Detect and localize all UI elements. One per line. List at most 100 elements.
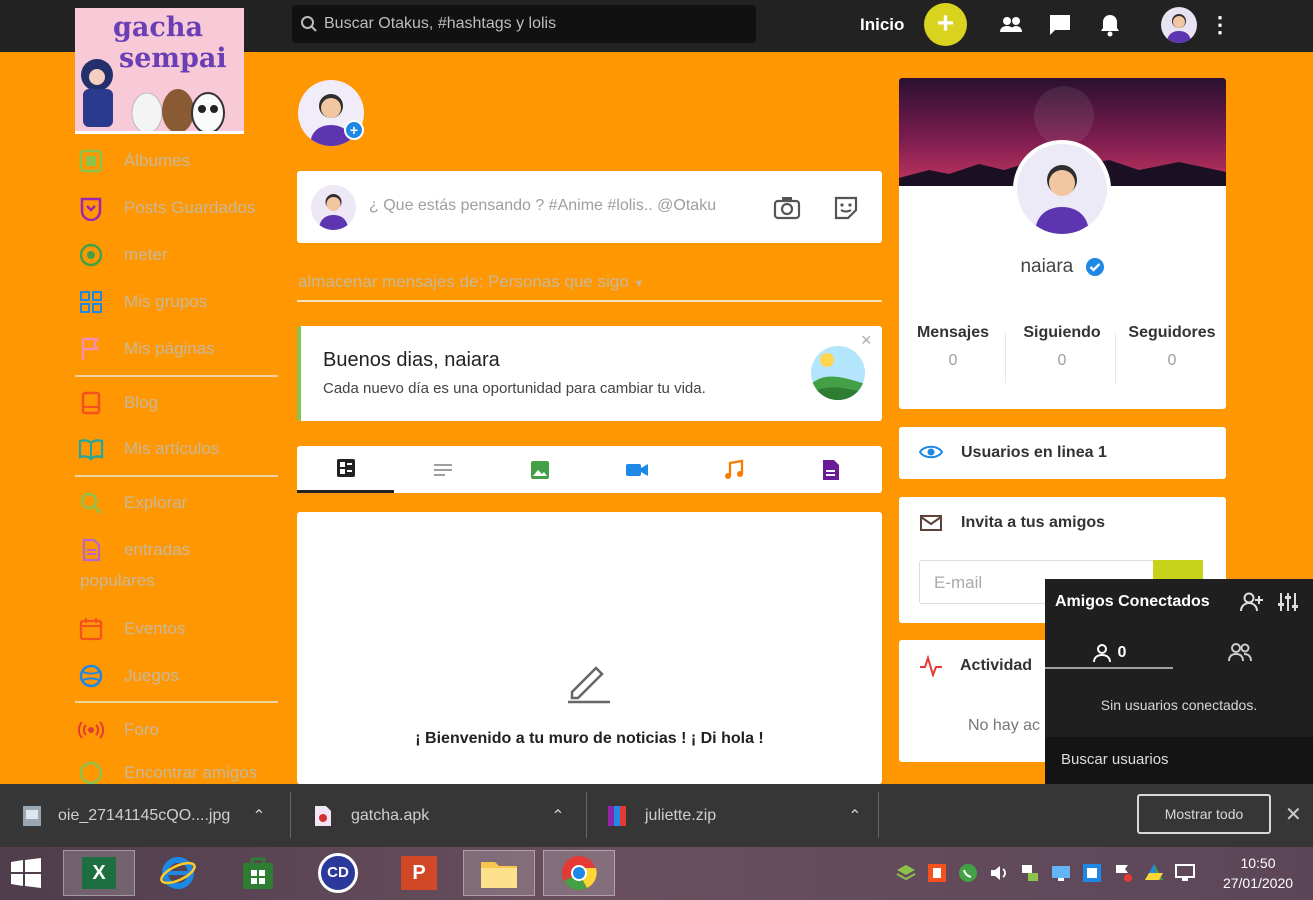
chevron-up-icon[interactable]: ⌃ xyxy=(551,806,564,826)
drive-icon[interactable] xyxy=(1143,862,1165,884)
close-icon[interactable]: ✕ xyxy=(1285,802,1302,827)
site-logo[interactable]: gacha sempai xyxy=(75,8,244,134)
stat-following[interactable]: Siguiendo 0 xyxy=(1008,324,1116,370)
nav-home-link[interactable]: Inicio xyxy=(860,15,904,35)
chevron-up-icon[interactable]: ⌃ xyxy=(848,806,861,826)
activity-pulse-icon xyxy=(920,655,942,677)
sidebar-item-label: Mis páginas xyxy=(124,339,215,358)
sticker-icon[interactable] xyxy=(833,195,859,221)
verified-badge-icon xyxy=(1085,257,1104,276)
tab-text-posts[interactable] xyxy=(394,446,491,493)
sidebar-item-my-groups[interactable]: Mis grupos xyxy=(78,287,207,317)
more-vert-icon[interactable]: ⋮ xyxy=(1209,10,1231,40)
feed-filter-value[interactable]: Personas que sigo xyxy=(488,272,629,291)
video-icon xyxy=(625,463,648,476)
tray-office-icon[interactable] xyxy=(926,862,948,884)
document-icon xyxy=(82,538,101,562)
tab-all-posts[interactable] xyxy=(297,446,394,493)
show-all-downloads-button[interactable]: Mostrar todo xyxy=(1137,794,1271,834)
camera-icon[interactable] xyxy=(773,195,801,221)
computer-icon[interactable] xyxy=(1174,862,1196,884)
online-users-widget[interactable]: Usuarios en linea 1 xyxy=(899,427,1226,479)
download-item[interactable]: oie_27141145cQO....jpg ⌃ xyxy=(22,784,266,847)
eye-icon xyxy=(919,445,943,459)
friends-panel-tabs: 0 xyxy=(1045,639,1313,671)
sidebar-item-my-articles[interactable]: Mis artículos xyxy=(78,434,219,464)
cd-icon[interactable]: CD xyxy=(302,850,374,896)
ie-logo xyxy=(160,857,196,889)
profile-card: naiara Mensajes 0 Siguiendo 0 Seguidores… xyxy=(899,78,1226,409)
add-friend-icon[interactable] xyxy=(1239,591,1265,613)
sidebar-item-blog[interactable]: Blog xyxy=(78,388,158,418)
powerpoint-icon[interactable]: P xyxy=(383,850,455,896)
tab-music-posts[interactable] xyxy=(685,446,782,493)
chrome-icon[interactable] xyxy=(543,850,615,896)
sidebar-item-popular-entries[interactable]: entradas xyxy=(78,535,190,565)
whatsapp-icon[interactable] xyxy=(957,862,979,884)
download-item[interactable]: juliette.zip ⌃ xyxy=(607,784,862,847)
online-users-label: Usuarios en linea 1 xyxy=(961,444,1107,461)
internet-explorer-icon[interactable] xyxy=(142,850,214,896)
greeting-title: Buenos dias, naiara xyxy=(323,349,500,371)
chevron-up-icon[interactable]: ⌃ xyxy=(252,806,265,826)
tab-image-posts[interactable] xyxy=(491,446,588,493)
excel-logo: X xyxy=(82,857,116,889)
tab-online-friends[interactable]: 0 xyxy=(1045,639,1173,669)
volume-icon[interactable] xyxy=(988,862,1010,884)
sliders-icon[interactable] xyxy=(1276,591,1300,613)
network-icon[interactable] xyxy=(1019,862,1041,884)
file-explorer-icon[interactable] xyxy=(463,850,535,896)
sidebar-item-label: Mis artículos xyxy=(124,439,220,458)
sidebar-divider xyxy=(75,701,278,703)
sidebar-item-my-pages[interactable]: Mis páginas xyxy=(78,334,215,364)
sidebar-item-find-friends[interactable]: Encontrar amigos xyxy=(78,761,257,784)
add-story-plus-icon[interactable]: + xyxy=(344,120,364,140)
system-clock[interactable]: 10:50 27/01/2020 xyxy=(1210,853,1306,893)
sidebar-item-explore[interactable]: Explorar xyxy=(78,488,187,518)
display-icon[interactable] xyxy=(1050,862,1072,884)
sidebar-item-label: Foro xyxy=(124,720,159,739)
users-icon[interactable] xyxy=(998,12,1024,38)
sidebar-item-games[interactable]: Juegos xyxy=(78,661,179,691)
sidebar-item-forum[interactable]: Foro xyxy=(78,715,159,745)
landscape-illustration xyxy=(811,346,865,400)
search-users-button[interactable]: Buscar usuarios xyxy=(1045,737,1313,784)
tab-file-posts[interactable] xyxy=(782,446,879,493)
post-composer[interactable]: ¿ Que estás pensando ? #Anime #lolis.. @… xyxy=(297,171,882,243)
chevron-down-icon[interactable]: ▼ xyxy=(634,278,645,290)
profile-name[interactable]: naiara xyxy=(899,256,1226,278)
group-icon[interactable] xyxy=(1227,641,1253,663)
excel-icon[interactable]: X xyxy=(63,850,135,896)
all-posts-icon xyxy=(336,459,355,477)
tray-app-icon[interactable] xyxy=(895,862,917,884)
search-bar[interactable]: Buscar Otakus, #hashtags y lolis xyxy=(292,5,756,43)
chat-icon[interactable] xyxy=(1047,12,1073,38)
feed-filter-dropdown[interactable]: almacenar mensajes de: Personas que sigo… xyxy=(298,272,644,292)
download-item[interactable]: gatcha.apk ⌃ xyxy=(313,784,565,847)
bookmark-icon xyxy=(80,197,102,221)
download-separator xyxy=(586,792,587,838)
sidebar-item-meter[interactable]: meter xyxy=(78,240,167,270)
send-invite-button[interactable] xyxy=(1153,560,1203,580)
sidebar-item-label: Eventos xyxy=(124,619,186,638)
logo-characters-illustration xyxy=(81,59,225,131)
sidebar-item-albums[interactable]: Álbumes xyxy=(78,146,190,176)
stat-followers[interactable]: Seguidores 0 xyxy=(1118,324,1226,370)
avatar[interactable] xyxy=(1161,7,1197,43)
composer-placeholder[interactable]: ¿ Que estás pensando ? #Anime #lolis.. @… xyxy=(369,197,716,215)
sidebar-item-saved-posts[interactable]: Posts Guardados xyxy=(78,193,255,223)
create-post-button[interactable]: + xyxy=(924,3,967,46)
stat-posts[interactable]: Mensajes 0 xyxy=(899,324,1007,370)
tab-video-posts[interactable] xyxy=(588,446,685,493)
language-icon[interactable] xyxy=(1081,862,1103,884)
profile-avatar[interactable] xyxy=(1013,140,1111,238)
sidebar-item-events[interactable]: Eventos xyxy=(78,614,185,644)
sidebar-item-label-continued: populares xyxy=(80,571,155,590)
windows-start-icon[interactable] xyxy=(0,850,52,896)
flag-notification-icon[interactable] xyxy=(1112,862,1134,884)
sidebar-item-label: entradas xyxy=(124,540,191,559)
close-icon[interactable]: × xyxy=(861,330,872,351)
user-avatar-image xyxy=(319,194,348,230)
bell-icon[interactable] xyxy=(1097,12,1123,38)
store-icon[interactable] xyxy=(222,850,294,896)
